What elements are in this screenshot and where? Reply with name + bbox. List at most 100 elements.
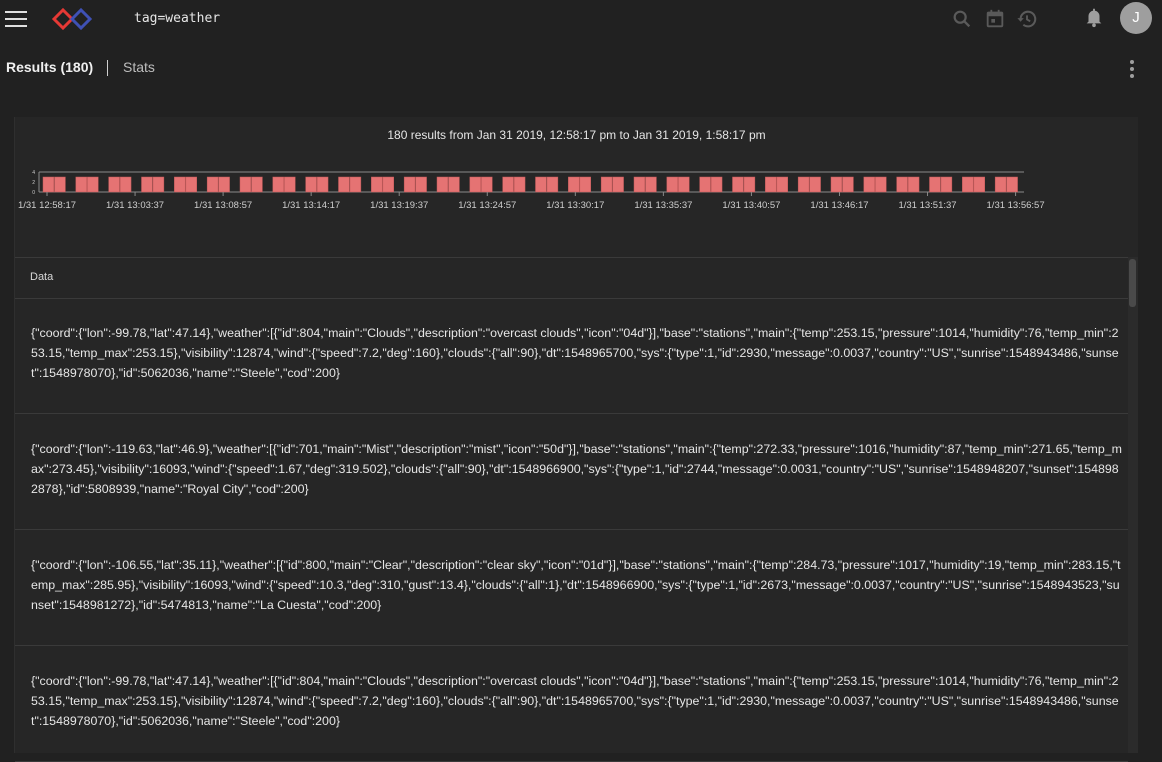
histogram-bar [481, 176, 493, 193]
histogram-bar [776, 176, 788, 193]
histogram-bar [896, 176, 908, 193]
histogram-bar [87, 176, 99, 193]
histogram-bar [502, 176, 514, 193]
histogram-bar [152, 176, 165, 193]
y-tick-label: 2 [32, 180, 35, 186]
histogram-bar [403, 176, 416, 193]
histogram-bar [1006, 176, 1018, 193]
histogram-bar [316, 176, 329, 193]
x-tick-label: 1/31 13:30:17 [546, 200, 604, 211]
histogram-bar [699, 176, 711, 193]
search-icon[interactable] [951, 8, 973, 30]
histogram-bar [710, 176, 723, 193]
tab-stats[interactable]: Stats [123, 59, 155, 75]
histogram-bar [765, 176, 777, 193]
histogram-bar [809, 176, 821, 193]
histogram-bar [645, 176, 657, 193]
bell-icon[interactable] [1083, 6, 1105, 28]
x-tick-label: 1/31 13:08:57 [194, 200, 252, 211]
x-tick-label: 1/31 13:35:37 [634, 200, 692, 211]
histogram-bar [743, 176, 756, 193]
histogram-bar [929, 176, 941, 193]
table-row[interactable]: {"coord":{"lon":-119.63,"lat":46.9},"wea… [15, 414, 1128, 530]
histogram-bar [830, 176, 843, 193]
histogram-bar [973, 176, 985, 193]
histogram-bar [371, 176, 383, 193]
histogram-bar [272, 176, 284, 193]
results-summary: 180 results from Jan 31 2019, 12:58:17 p… [387, 128, 766, 142]
histogram-bar [962, 176, 974, 193]
table-scrollbar[interactable] [1128, 257, 1138, 753]
histogram-bar [382, 176, 394, 193]
table-row[interactable]: {"coord":{"lon":-99.78,"lat":47.14},"wea… [15, 298, 1128, 414]
histogram-bar [535, 176, 547, 193]
histogram-bar [42, 176, 55, 193]
scrollbar-thumb[interactable] [1129, 259, 1136, 307]
histogram-bar [568, 176, 580, 193]
histogram-bar [239, 176, 252, 193]
app-logo[interactable] [52, 8, 92, 30]
histogram-bar [875, 176, 887, 193]
histogram-bar [546, 176, 559, 193]
histogram-bar [907, 176, 920, 193]
histogram-bar [842, 176, 854, 193]
x-tick-label: 1/31 13:51:37 [898, 200, 956, 211]
histogram-bar [732, 176, 744, 193]
x-tick-label: 1/31 13:46:17 [810, 200, 868, 211]
y-tick-label: 0 [32, 190, 35, 196]
history-icon[interactable] [1016, 8, 1038, 30]
histogram-bar [251, 176, 263, 193]
tab-results[interactable]: Results (180) [6, 59, 93, 75]
table-row[interactable]: {"coord":{"lon":-106.55,"lat":35.11},"we… [15, 530, 1128, 646]
row-data-cell: {"coord":{"lon":-119.63,"lat":46.9},"wea… [31, 442, 1122, 496]
histogram-bar [284, 176, 296, 193]
histogram-bar [185, 176, 197, 193]
x-tick-label: 1/31 13:14:17 [282, 200, 340, 211]
tab-divider [107, 60, 108, 76]
histogram-bar [141, 176, 153, 193]
histogram-bar [54, 176, 66, 193]
histogram-bar [678, 176, 690, 193]
row-data-cell: {"coord":{"lon":-106.55,"lat":35.11},"we… [31, 558, 1121, 612]
row-data-cell: {"coord":{"lon":-99.78,"lat":47.14},"wea… [31, 674, 1119, 728]
histogram-bar [513, 176, 526, 193]
histogram-bar [436, 176, 449, 193]
histogram-bar [469, 176, 481, 193]
x-tick-label: 1/31 13:40:57 [722, 200, 780, 211]
menu-icon[interactable] [4, 7, 28, 31]
histogram-bar [600, 176, 613, 193]
table-header: Data [15, 257, 1128, 299]
histogram-bar [218, 176, 230, 193]
column-header-data[interactable]: Data [30, 271, 53, 283]
x-tick-label: 1/31 13:24:57 [458, 200, 516, 211]
row-data-cell: {"coord":{"lon":-99.78,"lat":47.14},"wea… [31, 326, 1119, 380]
histogram-bar [174, 176, 186, 193]
histogram-bar [863, 176, 875, 193]
results-histogram-chart: 4 2 0 1/31 12:58:17 1/31 13:03:37 1/31 13:08:… [18, 170, 1045, 211]
histogram-bar [108, 176, 120, 193]
results-table-body: {"coord":{"lon":-99.78,"lat":47.14},"wea… [15, 298, 1128, 762]
user-avatar[interactable]: J [1120, 2, 1152, 34]
histogram-bar [448, 176, 460, 193]
x-tick-label: 1/31 13:03:37 [106, 200, 164, 211]
calendar-icon[interactable] [984, 8, 1006, 30]
histogram-bar [612, 176, 624, 193]
more-options-icon[interactable] [1124, 60, 1140, 78]
histogram-bar [305, 176, 317, 193]
histogram-bar [349, 176, 362, 193]
results-panel: 180 results from Jan 31 2019, 12:58:17 p… [14, 117, 1138, 762]
histogram-bar [75, 176, 87, 193]
histogram-bar [666, 176, 678, 193]
top-app-bar: tag=weather J [0, 0, 1162, 38]
x-tick-label: 1/31 13:56:57 [987, 200, 1045, 211]
histogram-bar [633, 176, 646, 193]
histogram-bar [994, 176, 1007, 193]
table-row[interactable]: {"coord":{"lon":-99.78,"lat":47.14},"wea… [15, 646, 1128, 762]
x-tick-label: 1/31 13:19:37 [370, 200, 428, 211]
x-tick-label: 1/31 12:58:17 [18, 200, 76, 211]
histogram-bar [338, 176, 350, 193]
histogram-bar [940, 176, 953, 193]
histogram-bar [797, 176, 810, 193]
search-query-input[interactable]: tag=weather [134, 11, 220, 26]
histogram-bar [119, 176, 132, 193]
